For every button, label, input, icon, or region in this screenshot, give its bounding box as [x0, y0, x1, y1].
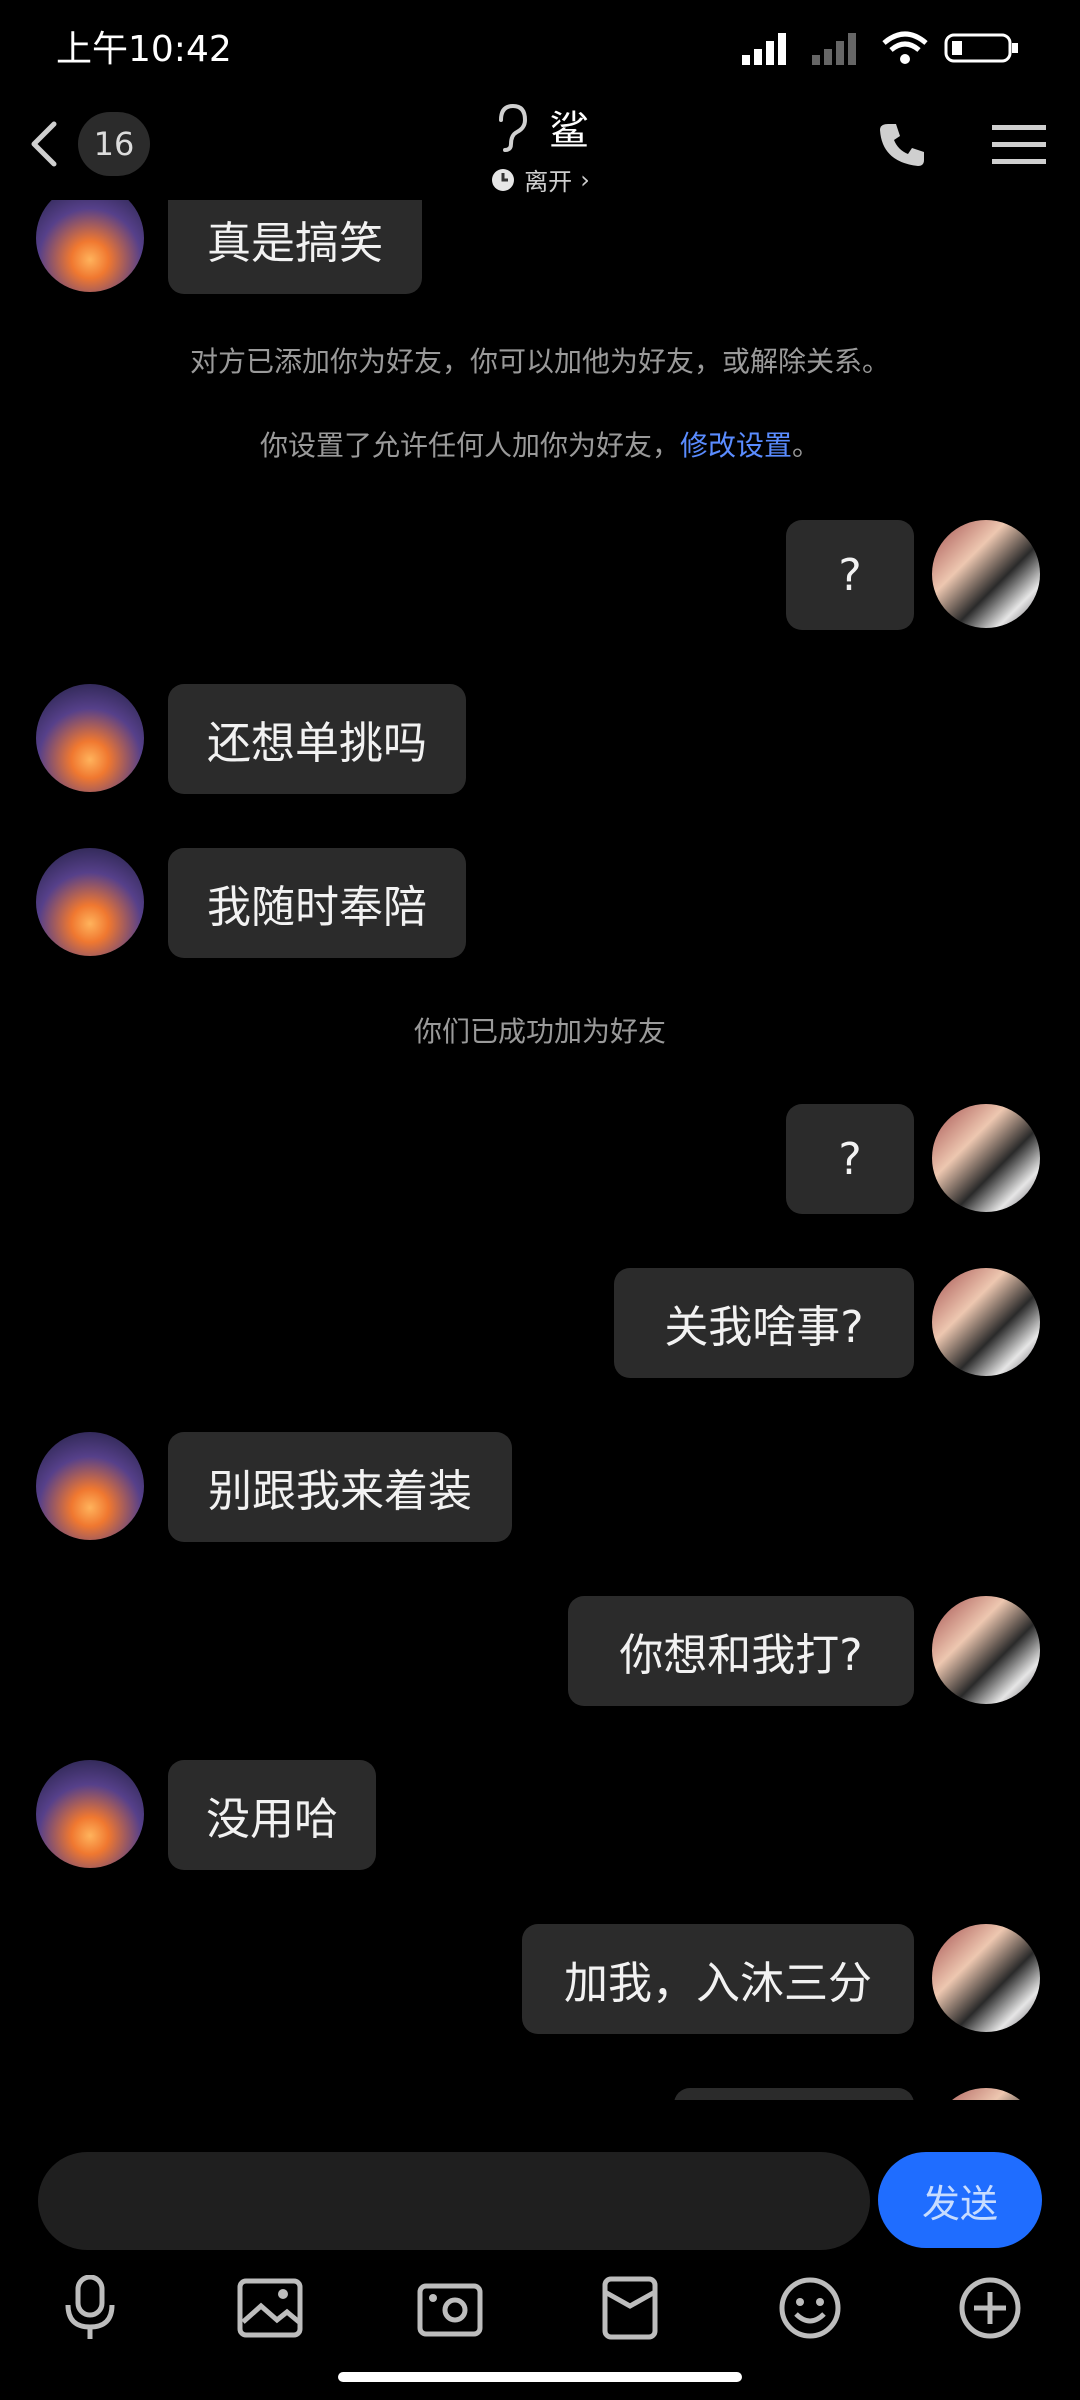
my-avatar[interactable]	[932, 1104, 1040, 1212]
camera-icon	[417, 2283, 483, 2337]
image-button[interactable]	[230, 2268, 310, 2348]
incoming-message[interactable]: 真是搞笑	[168, 200, 422, 294]
image-icon	[237, 2278, 303, 2338]
clock-icon	[492, 168, 515, 191]
signal-icon	[742, 33, 786, 65]
system-notice-added: 对方已添加你为好友，你可以加他为好友，或解除关系。	[189, 345, 890, 378]
outgoing-message[interactable]: 关我啥事?	[614, 1268, 914, 1378]
voice-button[interactable]	[50, 2268, 130, 2348]
incoming-message[interactable]: 我随时奉陪	[168, 848, 466, 958]
setting-text: 你设置了允许任何人加你为好友，	[259, 429, 680, 462]
wifi-icon	[882, 31, 928, 64]
status-text: 离开	[524, 168, 573, 196]
camera-button[interactable]	[410, 2268, 490, 2348]
menu-button[interactable]	[984, 110, 1054, 180]
ear-icon	[499, 103, 528, 152]
contact-name: 鲨	[549, 108, 589, 154]
system-notice-setting: 你设置了允许任何人加你为好友，修改设置。	[0, 424, 1080, 464]
status-chevron: ›	[580, 165, 590, 194]
status-time: 上午10:42	[56, 29, 232, 70]
emoji-icon	[779, 2277, 841, 2339]
red-packet-button[interactable]	[590, 2268, 670, 2348]
outgoing-message[interactable]: ?	[786, 1104, 914, 1214]
more-button[interactable]	[950, 2268, 1030, 2348]
send-button[interactable]: 发送	[878, 2152, 1042, 2248]
setting-suffix: 。	[792, 429, 821, 462]
menu-icon	[992, 125, 1046, 164]
status-bar: 上午10:42	[0, 0, 1080, 96]
incoming-message[interactable]: 还想单挑吗	[168, 684, 466, 794]
outgoing-message[interactable]: ?	[786, 520, 914, 630]
incoming-message[interactable]: 没用哈	[168, 1760, 376, 1870]
call-button[interactable]	[874, 118, 930, 178]
status-icons	[742, 28, 1024, 68]
battery-icon	[944, 33, 1018, 63]
red-packet-icon	[602, 2276, 658, 2340]
contact-avatar[interactable]	[36, 1432, 144, 1540]
message-input[interactable]	[38, 2152, 870, 2250]
chat-header: 16 鲨 离开 ›	[0, 96, 1080, 200]
outgoing-message-partial[interactable]	[674, 2088, 914, 2100]
phone-icon	[880, 124, 924, 166]
my-avatar[interactable]	[932, 1268, 1040, 1376]
my-avatar[interactable]	[932, 1596, 1040, 1704]
contact-avatar[interactable]	[36, 1760, 144, 1868]
my-avatar[interactable]	[932, 520, 1040, 628]
contact-avatar[interactable]	[36, 848, 144, 956]
system-notice-friends: 你们已成功加为好友	[413, 1015, 666, 1048]
signal-secondary-icon	[812, 33, 856, 65]
input-toolbar	[0, 2258, 1080, 2358]
my-avatar[interactable]	[932, 2088, 1040, 2100]
contact-avatar[interactable]	[36, 684, 144, 792]
my-avatar[interactable]	[932, 1924, 1040, 2032]
contact-avatar[interactable]	[36, 200, 144, 292]
outgoing-message[interactable]: 你想和我打?	[568, 1596, 914, 1706]
plus-icon	[959, 2277, 1021, 2339]
outgoing-message[interactable]: 加我，入沐三分	[522, 1924, 914, 2034]
message-input-bar: 发送	[0, 2140, 1080, 2250]
home-indicator[interactable]	[338, 2372, 742, 2382]
incoming-message[interactable]: 别跟我来着装	[168, 1432, 512, 1542]
modify-settings-link[interactable]: 修改设置	[680, 429, 792, 462]
mic-icon	[65, 2275, 115, 2339]
emoji-button[interactable]	[770, 2268, 850, 2348]
chat-scroll-area[interactable]: 真是搞笑 对方已添加你为好友，你可以加他为好友，或解除关系。 你设置了允许任何人…	[0, 200, 1080, 2100]
